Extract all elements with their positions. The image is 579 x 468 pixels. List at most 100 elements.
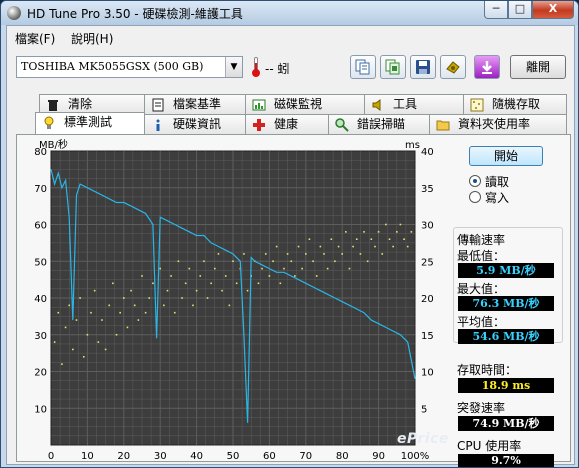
save-button[interactable] bbox=[410, 55, 436, 79]
burst-rate-label: 突發速率 bbox=[457, 401, 506, 415]
tab-label: 錯誤掃瞄 bbox=[357, 117, 406, 131]
app-icon bbox=[7, 6, 21, 20]
start-button[interactable]: 開始 bbox=[469, 146, 543, 166]
tab-top-4[interactable]: 隨機存取 bbox=[463, 94, 567, 114]
access-time-point bbox=[388, 238, 391, 240]
access-time-point bbox=[275, 245, 278, 248]
minimize-button[interactable]: ─ bbox=[484, 1, 508, 19]
access-time-point bbox=[272, 260, 274, 263]
client-area: 檔案(F) 說明(H) TOSHIBA MK5055GSX (500 GB) ▼… bbox=[6, 25, 575, 467]
copy-screen-button[interactable] bbox=[380, 55, 406, 79]
menu-bar: 檔案(F) 說明(H) bbox=[7, 26, 574, 48]
watermark-logo: ePrice bbox=[397, 431, 449, 447]
write-radio[interactable] bbox=[469, 191, 481, 203]
chart-grid bbox=[51, 151, 415, 445]
read-radio[interactable] bbox=[469, 175, 481, 187]
y-axis-left-label: MB/秒 bbox=[39, 138, 68, 151]
access-time-point bbox=[79, 297, 81, 299]
access-time-point bbox=[97, 341, 100, 343]
access-time-point bbox=[133, 304, 136, 307]
access-time-point bbox=[61, 363, 63, 365]
access-time-point bbox=[221, 289, 223, 292]
access-time-point bbox=[104, 348, 107, 351]
tab-top-2[interactable]: 磁碟監視 bbox=[245, 94, 365, 114]
access-time-point bbox=[170, 275, 172, 277]
x-tick-label: 30 bbox=[154, 451, 167, 461]
avg-value: 54.6 MB/秒 bbox=[458, 329, 554, 344]
avg-label: 平均值： bbox=[457, 315, 506, 329]
min-label: 最低值： bbox=[457, 249, 506, 263]
access-time-point bbox=[406, 245, 409, 248]
menu-help[interactable]: 說明(H) bbox=[71, 30, 113, 47]
tab-top-1[interactable]: 檔案基準 bbox=[144, 94, 246, 114]
access-time-point bbox=[374, 245, 376, 248]
file-benchmark-icon bbox=[152, 98, 164, 112]
title-bar[interactable]: HD Tune Pro 3.50 - 硬碟檢測-維護工具 ─ □ X bbox=[1, 1, 578, 25]
maximize-button[interactable]: □ bbox=[508, 1, 532, 19]
access-time-point bbox=[115, 333, 118, 336]
access-time-point bbox=[257, 282, 260, 285]
access-time-point bbox=[214, 267, 216, 270]
access-time-point bbox=[290, 260, 293, 263]
access-time-point bbox=[177, 260, 180, 263]
access-time-point bbox=[283, 267, 285, 270]
options-button[interactable] bbox=[440, 55, 466, 79]
monitor-icon bbox=[252, 99, 266, 111]
access-time-label: 存取時間： bbox=[457, 363, 518, 377]
trash-icon bbox=[48, 100, 58, 111]
tab-bottom-0[interactable]: 標準測試 bbox=[35, 112, 145, 134]
access-time-point bbox=[352, 245, 354, 248]
y-right-tick-label: 10 bbox=[421, 368, 434, 379]
exit-button[interactable]: 離開 bbox=[510, 55, 566, 79]
info-icon bbox=[156, 119, 160, 131]
access-time-point bbox=[144, 311, 147, 314]
read-radio-label[interactable]: 讀取 bbox=[485, 173, 509, 190]
access-time-point bbox=[348, 267, 351, 270]
y-right-tick-label: 35 bbox=[421, 184, 434, 195]
y-left-tick-label: 30 bbox=[34, 331, 47, 342]
x-tick-label: 90 bbox=[372, 451, 385, 461]
close-button[interactable]: X bbox=[532, 1, 574, 19]
access-time-point bbox=[261, 267, 263, 270]
tab-top-3[interactable]: 工具 bbox=[364, 94, 464, 114]
download-button[interactable] bbox=[474, 55, 500, 79]
tab-top-0[interactable]: 清除 bbox=[39, 94, 145, 114]
access-time-point bbox=[181, 297, 183, 299]
y-left-tick-label: 60 bbox=[34, 221, 47, 232]
tab-bottom-1[interactable]: 硬碟資訊 bbox=[144, 114, 246, 134]
access-time-point bbox=[341, 253, 343, 255]
copy-text-button[interactable] bbox=[350, 55, 376, 79]
y-left-tick-label: 10 bbox=[34, 404, 47, 415]
access-time-point bbox=[385, 223, 387, 226]
access-time-point bbox=[108, 304, 111, 307]
cpu-usage-label: CPU 使用率 bbox=[457, 439, 522, 453]
cpu-usage-value: 9.7% bbox=[458, 454, 554, 467]
access-time-point bbox=[305, 253, 307, 255]
tab-bottom-3[interactable]: 錯誤掃瞄 bbox=[328, 114, 430, 134]
access-time-point bbox=[392, 245, 394, 248]
menu-file[interactable]: 檔案(F) bbox=[15, 30, 55, 47]
write-radio-label[interactable]: 寫入 bbox=[485, 189, 509, 206]
y-right-tick-label: 15 bbox=[421, 331, 434, 342]
access-time-point bbox=[188, 267, 191, 270]
tab-label: 隨機存取 bbox=[492, 97, 541, 111]
tab-bottom-4[interactable]: 資料夾使用率 bbox=[429, 114, 567, 134]
y-right-tick-label: 25 bbox=[421, 257, 434, 268]
x-tick-label: 100% bbox=[401, 451, 430, 461]
chevron-down-icon[interactable]: ▼ bbox=[225, 57, 242, 77]
magnifier-icon bbox=[335, 118, 349, 132]
access-time-point bbox=[381, 253, 384, 255]
access-time-point bbox=[279, 282, 282, 285]
tab-bottom-2[interactable]: 健康 bbox=[245, 114, 329, 134]
x-tick-label: 0 bbox=[48, 451, 54, 461]
tab-label: 檔案基準 bbox=[173, 97, 222, 111]
access-time-point bbox=[90, 311, 92, 314]
access-time-point bbox=[112, 282, 114, 285]
access-time-point bbox=[323, 253, 325, 255]
access-time-point bbox=[93, 289, 96, 292]
y-left-tick-label: 50 bbox=[34, 257, 47, 268]
access-time-point bbox=[206, 297, 209, 299]
benchmark-panel: 0 10 20 30 40 50 60 70 80 90 100% 10 20 30 40 50 60 70 80 5… bbox=[16, 134, 571, 467]
drive-select[interactable]: TOSHIBA MK5055GSX (500 GB) ▼ bbox=[16, 56, 243, 78]
bulb-icon bbox=[44, 116, 54, 129]
